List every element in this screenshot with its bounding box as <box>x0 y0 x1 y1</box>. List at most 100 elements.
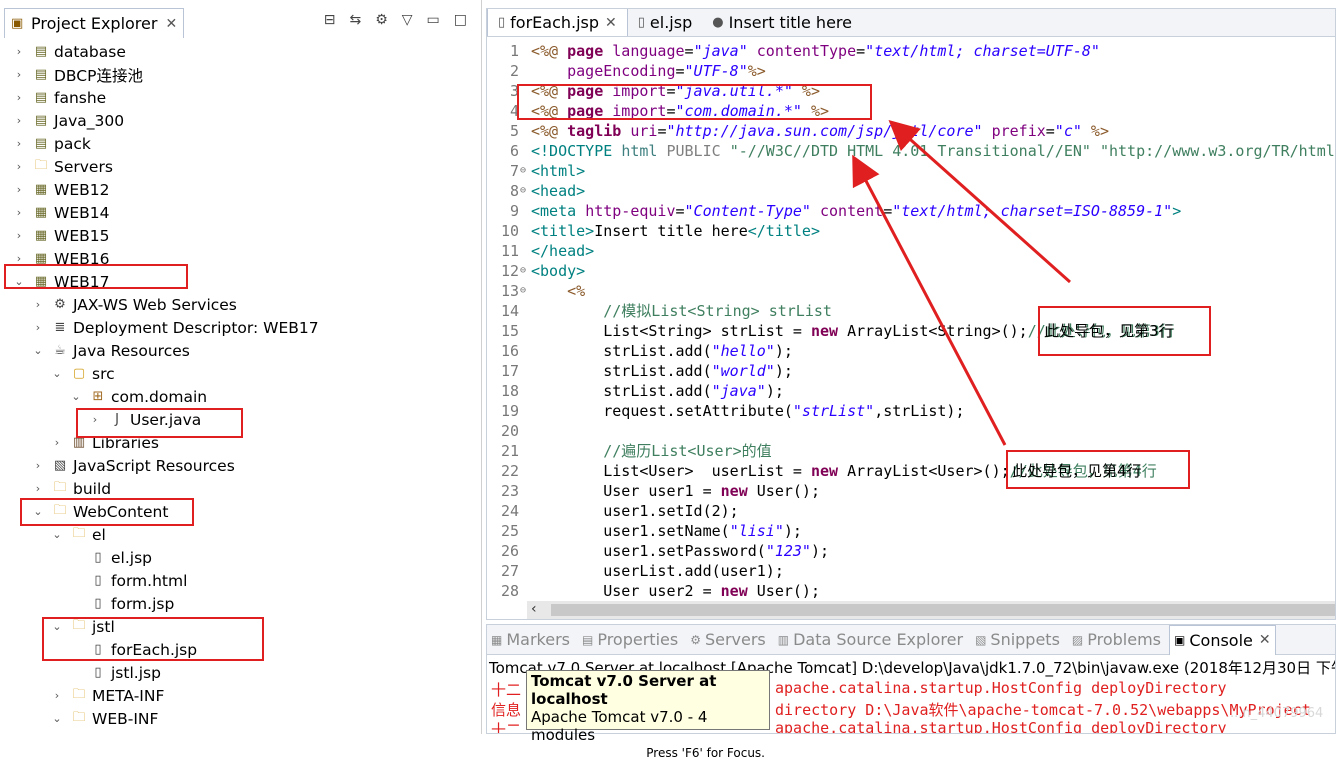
code-token: contentType <box>756 42 857 60</box>
code-line[interactable]: 7 ⊖ <html> <box>487 161 1335 181</box>
bottom-tab[interactable]: ▥ Data Source Explorer <box>774 630 967 649</box>
tree-item[interactable]: › ≣ Deployment Descriptor: WEB17 <box>31 316 319 339</box>
collapse-all-icon[interactable]: ⊟ <box>324 12 336 28</box>
view-menu-icon[interactable]: ▽ <box>402 12 413 28</box>
editor-tab[interactable]: ▯ el.jsp <box>628 9 702 36</box>
fold-icon[interactable]: ⊖ <box>520 281 526 301</box>
collapsed-toggle-icon[interactable]: › <box>31 482 45 495</box>
bottom-tab[interactable]: ▨ Problems <box>1068 630 1165 649</box>
code-line[interactable]: 10 <title>Insert title here</title> <box>487 221 1335 241</box>
minimize-icon[interactable]: ▭ <box>427 12 440 28</box>
code-line[interactable]: 9 <meta http-equiv="Content-Type" content… <box>487 201 1335 221</box>
code-line[interactable]: 18 strList.add("java"); <box>487 381 1335 401</box>
scroll-left-icon[interactable]: ‹ <box>531 601 537 617</box>
collapsed-toggle-icon[interactable]: › <box>12 91 26 104</box>
tree-item[interactable]: › ▤ Java_300 <box>12 109 124 132</box>
collapsed-toggle-icon[interactable]: › <box>31 321 45 334</box>
tree-item[interactable]: ⌄ ⊞ com.domain <box>69 385 207 408</box>
code-line[interactable]: 28 User user2 = new User(); <box>487 581 1335 601</box>
code-line[interactable]: 11 </head> <box>487 241 1335 261</box>
code-line[interactable]: 1 <%@ page language="java" contentType="t… <box>487 41 1335 61</box>
code-line[interactable]: 17 strList.add("world"); <box>487 361 1335 381</box>
scrollbar-thumb[interactable] <box>551 604 1335 616</box>
expanded-toggle-icon[interactable]: ⌄ <box>50 528 64 541</box>
expanded-toggle-icon[interactable]: ⌄ <box>50 712 64 725</box>
bottom-tab[interactable]: ▤ Properties <box>578 630 682 649</box>
console-line-text: apache.catalina.startup.HostConfig deplo… <box>775 719 1227 734</box>
expanded-toggle-icon[interactable]: ⌄ <box>50 367 64 380</box>
editor-tab[interactable]: ▯ forEach.jsp ✕ <box>487 9 628 36</box>
tree-item[interactable]: › ▤ database <box>12 40 126 63</box>
code-line[interactable]: 23 User user1 = new User(); <box>487 481 1335 501</box>
code-line[interactable]: 27 userList.add(user1); <box>487 561 1335 581</box>
tree-item[interactable]: ⌄ ▢ src <box>50 362 114 385</box>
collapsed-toggle-icon[interactable]: › <box>12 45 26 58</box>
collapsed-toggle-icon[interactable]: › <box>31 459 45 472</box>
close-icon[interactable]: ✕ <box>1259 632 1271 648</box>
collapsed-toggle-icon[interactable]: › <box>31 298 45 311</box>
code-line[interactable]: 22 List<User> userList = new ArrayList<U… <box>487 461 1335 481</box>
code-line[interactable]: 21 //遍历List<User>的值 <box>487 441 1335 461</box>
filter-icon[interactable]: ⚙ <box>375 12 388 28</box>
collapsed-toggle-icon[interactable]: › <box>12 160 26 173</box>
code-token: <%@ <box>531 42 559 60</box>
bottom-tab[interactable]: ▣ Console ✕ <box>1169 625 1276 655</box>
code-line[interactable]: 25 user1.setName("lisi"); <box>487 521 1335 541</box>
expanded-toggle-icon[interactable]: ⌄ <box>31 344 45 357</box>
code-line[interactable]: 26 user1.setPassword("123"); <box>487 541 1335 561</box>
editor-tab[interactable]: ● Insert title here <box>702 9 862 36</box>
fold-icon[interactable]: ⊖ <box>520 161 526 181</box>
console-line: 十二 apache.catalina.startup.HostConfig dep… <box>491 679 1227 700</box>
bottom-tab[interactable]: ▦ Markers <box>487 630 574 649</box>
bottom-tab[interactable]: ▧ Snippets <box>971 630 1064 649</box>
collapsed-toggle-icon[interactable]: › <box>50 689 64 702</box>
collapsed-toggle-icon[interactable]: › <box>12 183 26 196</box>
fold-icon[interactable]: ⊖ <box>520 261 526 281</box>
folder-icon: 🗀 <box>72 525 86 541</box>
project-explorer-tab[interactable]: ▣ Project Explorer ✕ <box>4 8 185 38</box>
code-line[interactable]: 5 <%@ taglib uri = "http://java.sun.com/jsp… <box>487 121 1335 141</box>
collapsed-toggle-icon[interactable]: › <box>12 206 26 219</box>
tree-item[interactable]: ▯ jstl.jsp <box>69 661 161 684</box>
code-line[interactable]: 8 ⊖ <head> <box>487 181 1335 201</box>
collapsed-toggle-icon[interactable]: › <box>12 229 26 242</box>
bottom-tab[interactable]: ⚙ Servers <box>686 630 770 649</box>
code-line[interactable]: 19 request.setAttribute("strList",strLis… <box>487 401 1335 421</box>
close-icon[interactable]: ✕ <box>605 15 617 31</box>
collapsed-toggle-icon[interactable]: › <box>12 137 26 150</box>
tree-item[interactable]: › ▦ WEB15 <box>12 224 110 247</box>
line-number: 7 <box>509 162 519 180</box>
code-line[interactable]: 13 ⊖ <% <box>487 281 1335 301</box>
code-line[interactable]: 6 <!DOCTYPE html PUBLIC "-//W3C//DTD HTML… <box>487 141 1335 161</box>
tree-item[interactable]: › ▦ WEB14 <box>12 201 110 224</box>
tree-item[interactable]: › 🗀 Servers <box>12 155 113 178</box>
tree-item[interactable]: ▯ el.jsp <box>69 546 152 569</box>
tree-item[interactable]: › ▤ fanshe <box>12 86 106 109</box>
horizontal-scrollbar[interactable]: ‹ <box>527 601 1335 619</box>
code-line[interactable]: 20 <box>487 421 1335 441</box>
collapsed-toggle-icon[interactable]: › <box>50 436 64 449</box>
tree-item[interactable]: › ▤ pack <box>12 132 91 155</box>
tree-item[interactable]: ▯ form.html <box>69 569 187 592</box>
tree-item[interactable]: › ▧ JavaScript Resources <box>31 454 235 477</box>
tree-item[interactable]: › ▤ DBCP连接池 <box>12 63 143 86</box>
tree-item[interactable]: ⌄ 🗀 WEB-INF <box>50 707 158 730</box>
collapsed-toggle-icon[interactable]: › <box>12 68 26 81</box>
tree-item[interactable]: › ⚙ JAX-WS Web Services <box>31 293 237 316</box>
tree-item[interactable]: › 🗀 build <box>31 477 111 500</box>
code-line[interactable]: 24 user1.setId(2); <box>487 501 1335 521</box>
tree-item[interactable]: › 🗀 META-INF <box>50 684 165 707</box>
code-line[interactable]: 2 pageEncoding="UTF-8"%> <box>487 61 1335 81</box>
tree-item[interactable]: ⌄ ☕ Java Resources <box>31 339 189 362</box>
collapsed-toggle-icon[interactable]: › <box>12 114 26 127</box>
tree-item[interactable]: ▯ form.jsp <box>69 592 174 615</box>
maximize-icon[interactable]: □ <box>454 12 467 28</box>
code-token: </head> <box>531 242 595 260</box>
code-line[interactable]: 12 ⊖ <body> <box>487 261 1335 281</box>
close-icon[interactable]: ✕ <box>165 16 177 32</box>
tree-item[interactable]: › ▦ WEB12 <box>12 178 110 201</box>
tree-item[interactable]: ⌄ 🗀 el <box>50 523 105 546</box>
expanded-toggle-icon[interactable]: ⌄ <box>69 390 83 403</box>
link-with-editor-icon[interactable]: ⇆ <box>349 12 361 28</box>
fold-icon[interactable]: ⊖ <box>520 181 526 201</box>
